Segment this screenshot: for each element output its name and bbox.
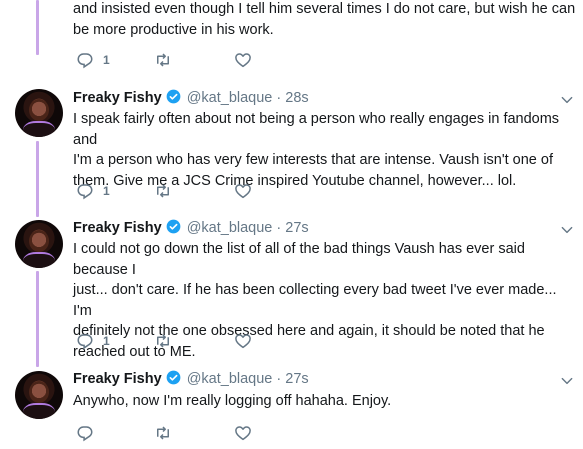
reply-button[interactable]: 1 [76,332,110,350]
verified-badge-icon [166,370,181,385]
chevron-down-icon[interactable] [560,374,574,388]
reply-icon [77,334,93,350]
heart-icon [235,334,251,349]
tweet-header: Freaky Fishy @kat_blaque · 27s [73,370,309,388]
retweet-icon [157,184,169,198]
reply-button[interactable] [76,424,103,442]
tweet-text-line: be more productive in his work. [73,21,274,38]
heart-icon [235,53,251,68]
like-button[interactable] [234,332,252,350]
tweet-text-line: them. Give me a JCS Crime inspired Youtu… [73,172,517,189]
retweet-button[interactable] [154,182,172,200]
tweet-text: and insisted even though I tell him seve… [73,0,578,40]
separator-dot: · [276,90,282,106]
tweet-header: Freaky Fishy @kat_blaque · 27s [73,219,309,237]
user-handle[interactable]: @kat_blaque [187,220,273,236]
avatar[interactable] [15,371,63,419]
tweet-text-line: I'm a person who has very few interests … [73,152,553,168]
display-name[interactable]: Freaky Fishy [73,220,162,236]
verified-badge-icon [166,89,181,104]
reply-count: 1 [103,53,110,67]
avatar[interactable] [15,220,63,268]
retweet-icon [157,334,169,348]
retweet-button[interactable] [154,424,172,442]
like-button[interactable] [234,182,252,200]
tweet-text-line: and insisted even though I tell him seve… [73,1,576,17]
tweet-text: I could not go down the list of all of t… [73,239,578,362]
heart-icon [235,184,251,199]
reply-button[interactable]: 1 [76,51,110,69]
display-name[interactable]: Freaky Fishy [73,371,162,387]
like-button[interactable] [234,51,252,69]
retweet-button[interactable] [154,51,172,69]
reply-count: 1 [103,184,110,198]
tweet-text-line: Anywho, now I'm really logging off hahah… [73,393,392,409]
tweet-timestamp[interactable]: 27s [285,371,308,387]
tweet-text: Anywho, now I'm really logging off hahah… [73,391,578,412]
tweet[interactable]: Freaky Fishy @kat_blaque · 27s Anywho, n… [0,368,583,449]
retweet-icon [157,426,169,440]
tweet[interactable]: and insisted even though I tell him seve… [0,0,583,80]
verified-badge-icon [166,219,181,234]
retweet-icon [157,53,169,67]
user-handle[interactable]: @kat_blaque [187,90,273,106]
separator-dot: · [276,371,282,387]
reply-icon [77,426,93,442]
tweet[interactable]: Freaky Fishy @kat_blaque · 28s I speak f… [0,87,583,214]
heart-icon [235,426,251,441]
tweet-text-line: definitely not the one obsessed here and… [73,323,545,339]
tweet-text: I speak fairly often about not being a p… [73,109,578,191]
chevron-down-icon[interactable] [560,93,574,107]
reply-icon [77,53,93,69]
user-handle[interactable]: @kat_blaque [187,371,273,387]
retweet-button[interactable] [154,332,172,350]
display-name[interactable]: Freaky Fishy [73,90,162,106]
tweet-text-line: just... don't care. If he has been colle… [73,282,557,319]
separator-dot: · [276,220,282,236]
tweet-header: Freaky Fishy @kat_blaque · 28s [73,89,309,107]
tweet-text-line: I speak fairly often about not being a p… [73,111,560,148]
tweet-timestamp[interactable]: 28s [285,90,308,106]
tweet-timestamp[interactable]: 27s [285,220,308,236]
reply-icon [77,184,93,200]
reply-button[interactable]: 1 [76,182,110,200]
like-button[interactable] [234,424,252,442]
tweet-text-line: I could not go down the list of all of t… [73,241,525,278]
avatar[interactable] [15,89,63,137]
chevron-down-icon[interactable] [560,223,574,237]
tweet[interactable]: Freaky Fishy @kat_blaque · 27s I could n… [0,217,583,365]
reply-count: 1 [103,334,110,348]
tweet-text-line: reached out to ME. [73,343,196,360]
